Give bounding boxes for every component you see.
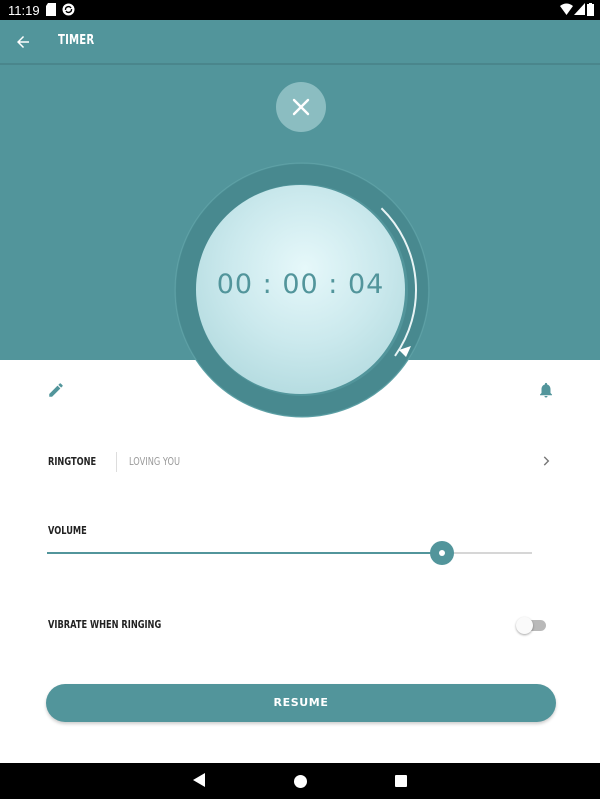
arrow-left-icon[interactable] <box>14 33 32 51</box>
bell-icon[interactable] <box>537 381 555 399</box>
timer-screen: TIMER 00 : 00 : 04 RINGTONE LOVING YOU V… <box>0 20 600 763</box>
status-time: 11:19 <box>8 3 40 18</box>
status-bar: 11:19 <box>0 0 600 20</box>
resume-button-label: RESUME <box>273 696 329 709</box>
volume-slider-thumb[interactable] <box>430 541 454 565</box>
resume-button[interactable]: RESUME <box>46 684 556 722</box>
vibrate-label: VIBRATE WHEN RINGING <box>48 618 162 631</box>
app-bar: TIMER <box>0 20 600 65</box>
chevron-right-icon[interactable] <box>539 454 553 468</box>
timer-dial: 00 : 00 : 04 <box>173 161 431 419</box>
close-timer-button[interactable] <box>276 82 326 132</box>
navigation-bar <box>0 763 600 799</box>
ringtone-value[interactable]: LOVING YOU <box>129 455 180 468</box>
sd-card-icon <box>46 3 56 16</box>
timer-readout: 00 : 00 : 04 <box>216 269 385 300</box>
ringtone-label: RINGTONE <box>48 455 97 468</box>
battery-icon <box>587 3 594 16</box>
volume-slider-track[interactable] <box>442 552 532 554</box>
wifi-icon <box>560 3 573 15</box>
ringtone-divider <box>116 452 117 472</box>
nav-home-icon[interactable] <box>294 775 307 788</box>
close-icon <box>292 98 310 116</box>
vibrate-toggle[interactable] <box>516 617 533 634</box>
signal-icon <box>574 3 585 15</box>
sync-icon <box>62 3 75 16</box>
volume-label: VOLUME <box>48 524 87 537</box>
pencil-icon[interactable] <box>47 381 65 399</box>
nav-back-icon[interactable] <box>193 773 205 787</box>
page-title: TIMER <box>58 33 95 48</box>
volume-slider-fill[interactable] <box>47 552 442 554</box>
timer-face: 00 : 00 : 04 <box>196 185 405 394</box>
nav-recents-icon[interactable] <box>395 775 407 787</box>
